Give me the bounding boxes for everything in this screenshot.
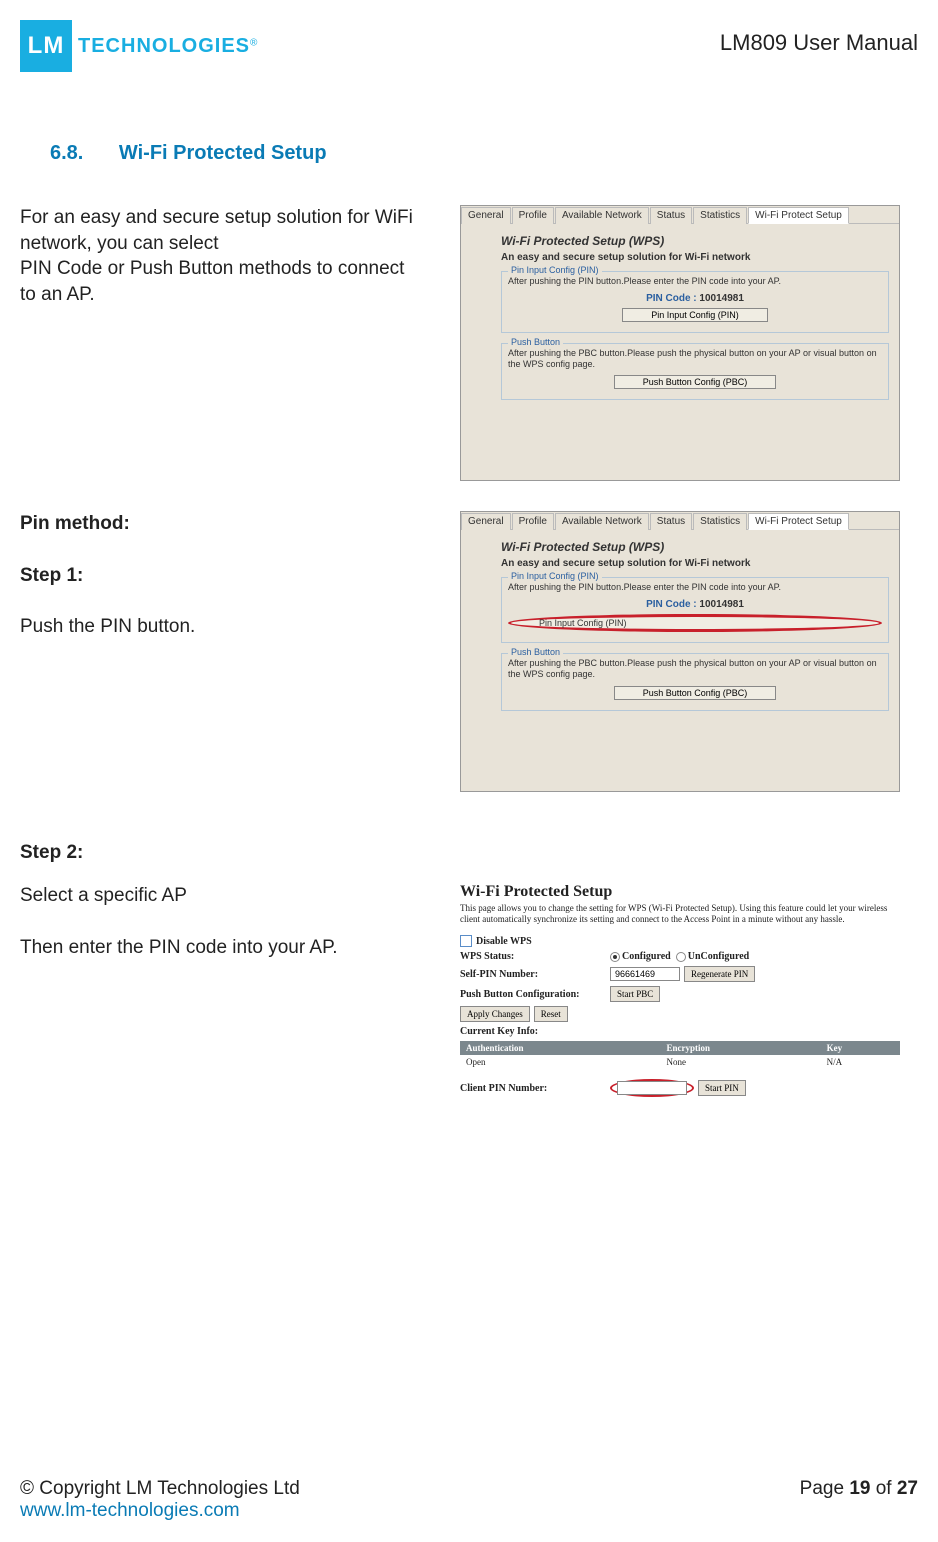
tab-available-network[interactable]: Available Network bbox=[555, 207, 649, 224]
client-pin-input[interactable] bbox=[617, 1081, 687, 1095]
tab-wps[interactable]: Wi-Fi Protect Setup bbox=[748, 207, 849, 224]
push-group-text-2: After pushing the PBC button.Please push… bbox=[508, 658, 882, 680]
page-footer: © Copyright LM Technologies Ltd www.lm-t… bbox=[20, 1478, 918, 1522]
start-pin-button[interactable]: Start PIN bbox=[698, 1080, 746, 1096]
disable-wps-label: Disable WPS bbox=[476, 936, 532, 947]
intro-text: For an easy and secure setup solution fo… bbox=[20, 205, 420, 308]
table-row: Open None N/A bbox=[460, 1055, 900, 1069]
push-group-text: After pushing the PBC button.Please push… bbox=[508, 348, 882, 370]
push-group-label: Push Button bbox=[508, 337, 563, 347]
company-url-link[interactable]: www.lm-technologies.com bbox=[20, 1500, 240, 1521]
regenerate-pin-button[interactable]: Regenerate PIN bbox=[684, 966, 755, 982]
self-pin-label: Self-PIN Number: bbox=[460, 969, 610, 980]
tab-profile[interactable]: Profile bbox=[512, 207, 554, 224]
push-group-2: Push Button After pushing the PBC button… bbox=[501, 653, 889, 711]
tab-status[interactable]: Status bbox=[650, 207, 692, 224]
step2-text1: Select a specific AP bbox=[20, 883, 420, 909]
logo-text: TECHNOLOGIES bbox=[78, 35, 250, 57]
dialog-title-2: Wi-Fi Protected Setup (WPS) bbox=[501, 540, 889, 554]
wps-dialog-2: General Profile Available Network Status… bbox=[460, 511, 900, 791]
ap-config-page: Wi-Fi Protected Setup This page allows y… bbox=[460, 883, 900, 1097]
disable-wps-checkbox[interactable] bbox=[460, 935, 472, 947]
pin-code-value-2: 10014981 bbox=[699, 599, 744, 610]
tab-general[interactable]: General bbox=[461, 207, 511, 224]
step2-text2: Then enter the PIN code into your AP. bbox=[20, 935, 420, 961]
page-total: 27 bbox=[897, 1478, 918, 1499]
dialog-subtitle-2: An easy and secure setup solution for Wi… bbox=[501, 558, 889, 569]
page-current: 19 bbox=[849, 1478, 870, 1499]
tab-available-network-2[interactable]: Available Network bbox=[555, 513, 649, 530]
copyright-text: © Copyright LM Technologies Ltd bbox=[20, 1478, 300, 1500]
wps-dialog-1: General Profile Available Network Status… bbox=[460, 205, 900, 481]
step1-text: Push the PIN button. bbox=[20, 614, 420, 640]
ap-title: Wi-Fi Protected Setup bbox=[460, 883, 900, 901]
dialog-tabs-2: General Profile Available Network Status… bbox=[461, 512, 899, 530]
logo-registered-mark: ® bbox=[250, 37, 257, 48]
configured-radio[interactable] bbox=[610, 952, 620, 962]
page-prefix: Page bbox=[800, 1478, 850, 1499]
section-heading: 6.8. Wi-Fi Protected Setup bbox=[50, 142, 918, 165]
logo: LM TECHNOLOGIES® bbox=[20, 20, 257, 72]
pin-group-label: Pin Input Config (PIN) bbox=[508, 265, 602, 275]
step1-label: Step 1: bbox=[20, 563, 420, 589]
th-key: Key bbox=[821, 1041, 900, 1055]
ap-description: This page allows you to change the setti… bbox=[460, 903, 900, 925]
client-pin-label: Client PIN Number: bbox=[460, 1083, 610, 1094]
wps-status-label: WPS Status: bbox=[460, 951, 610, 962]
tab-profile-2[interactable]: Profile bbox=[512, 513, 554, 530]
push-button-config-button[interactable]: Push Button Config (PBC) bbox=[614, 375, 777, 389]
td-key: N/A bbox=[821, 1055, 900, 1069]
pin-code-label-2: PIN Code : bbox=[646, 599, 697, 610]
push-button-config-button-2[interactable]: Push Button Config (PBC) bbox=[614, 686, 777, 700]
page-number: Page 19 of 27 bbox=[800, 1478, 918, 1522]
pin-group-text-2: After pushing the PIN button.Please ente… bbox=[508, 582, 882, 593]
pin-code-value: 10014981 bbox=[699, 293, 744, 304]
document-title: LM809 User Manual bbox=[720, 30, 918, 56]
unconfigured-radio[interactable] bbox=[676, 952, 686, 962]
section-title: Wi-Fi Protected Setup bbox=[119, 142, 327, 164]
td-enc: None bbox=[661, 1055, 821, 1069]
tab-statistics-2[interactable]: Statistics bbox=[693, 513, 747, 530]
key-info-table: Authentication Encryption Key Open None … bbox=[460, 1041, 900, 1069]
step2-label: Step 2: bbox=[20, 840, 420, 866]
start-pbc-button[interactable]: Start PBC bbox=[610, 986, 660, 1002]
pin-input-config-button[interactable]: Pin Input Config (PIN) bbox=[622, 308, 768, 322]
intro-line2: PIN Code or Push Button methods to conne… bbox=[20, 256, 420, 307]
th-enc: Encryption bbox=[661, 1041, 821, 1055]
pin-input-config-button-highlighted[interactable]: Pin Input Config (PIN) bbox=[508, 614, 882, 632]
client-pin-highlight bbox=[610, 1079, 694, 1097]
td-auth: Open bbox=[460, 1055, 661, 1069]
tab-general-2[interactable]: General bbox=[461, 513, 511, 530]
push-group: Push Button After pushing the PBC button… bbox=[501, 343, 889, 401]
section-number: 6.8. bbox=[50, 142, 83, 164]
pin-group-2: Pin Input Config (PIN) After pushing the… bbox=[501, 577, 889, 643]
reset-button[interactable]: Reset bbox=[534, 1006, 568, 1022]
push-group-label-2: Push Button bbox=[508, 647, 563, 657]
tab-status-2[interactable]: Status bbox=[650, 513, 692, 530]
logo-mark: LM bbox=[20, 20, 72, 72]
dialog-tabs: General Profile Available Network Status… bbox=[461, 206, 899, 224]
pin-group-label-2: Pin Input Config (PIN) bbox=[508, 571, 602, 581]
key-info-label: Current Key Info: bbox=[460, 1026, 610, 1037]
dialog-title: Wi-Fi Protected Setup (WPS) bbox=[501, 234, 889, 248]
tab-statistics[interactable]: Statistics bbox=[693, 207, 747, 224]
page-header: LM TECHNOLOGIES® LM809 User Manual bbox=[20, 20, 918, 72]
tab-wps-2[interactable]: Wi-Fi Protect Setup bbox=[748, 513, 849, 530]
self-pin-input[interactable] bbox=[610, 967, 680, 981]
pbc-label: Push Button Configuration: bbox=[460, 989, 610, 1000]
pin-group: Pin Input Config (PIN) After pushing the… bbox=[501, 271, 889, 333]
intro-line1: For an easy and secure setup solution fo… bbox=[20, 205, 420, 256]
th-auth: Authentication bbox=[460, 1041, 661, 1055]
dialog-subtitle: An easy and secure setup solution for Wi… bbox=[501, 252, 889, 263]
page-sep: of bbox=[870, 1478, 896, 1499]
unconfigured-label: UnConfigured bbox=[688, 951, 750, 962]
configured-label: Configured bbox=[622, 951, 671, 962]
pin-method-label: Pin method: bbox=[20, 511, 420, 537]
apply-changes-button[interactable]: Apply Changes bbox=[460, 1006, 530, 1022]
pin-code-label: PIN Code : bbox=[646, 293, 697, 304]
pin-group-text: After pushing the PIN button.Please ente… bbox=[508, 276, 882, 287]
